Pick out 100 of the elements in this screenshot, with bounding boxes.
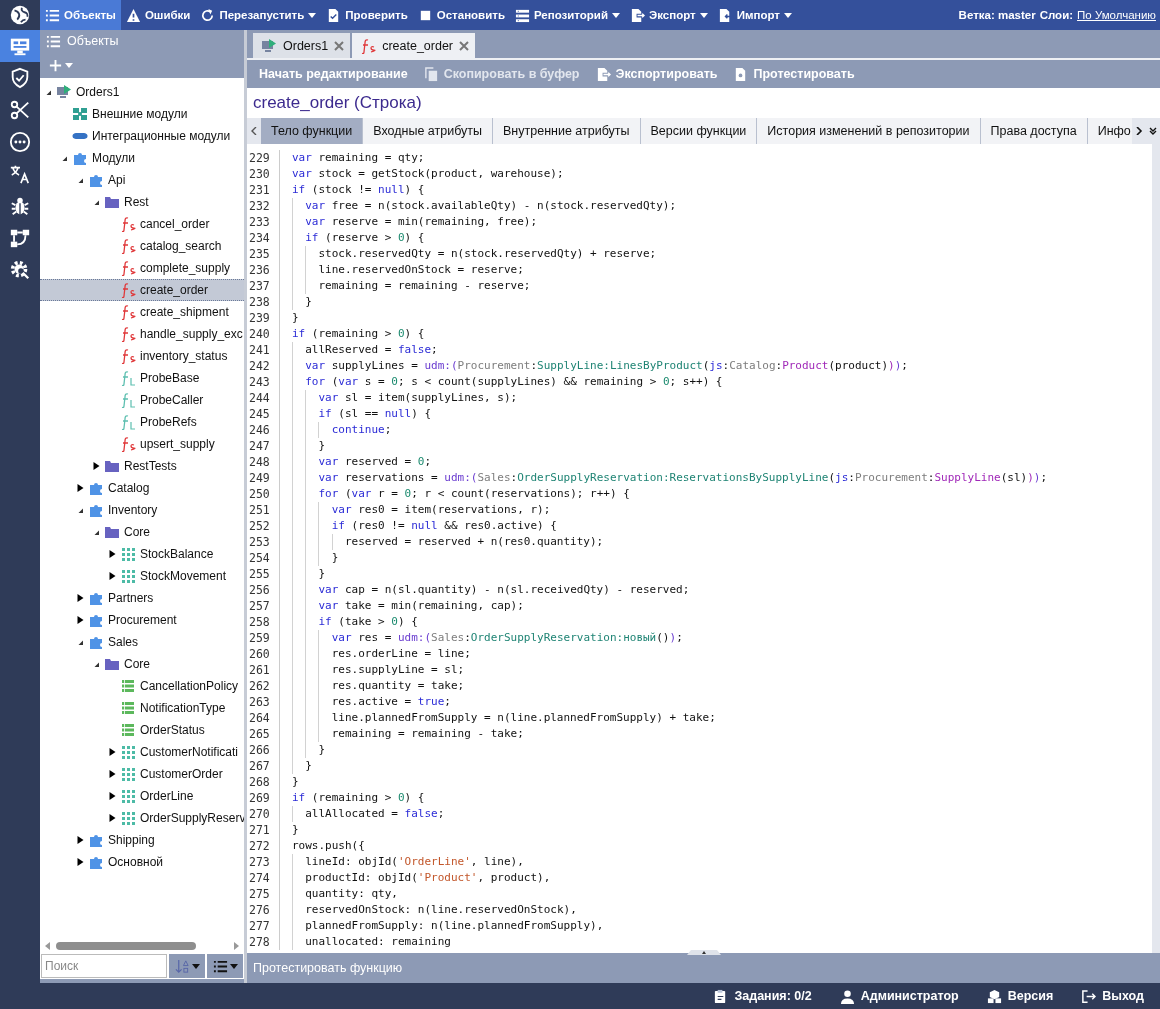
collapse-arrow-icon[interactable] <box>76 506 84 514</box>
status-item[interactable]: Версия <box>980 987 1060 1005</box>
layers-link[interactable]: По Умолчанию <box>1077 9 1156 21</box>
line-number: 244 <box>247 390 280 406</box>
tree-item[interactable]: StockMovement <box>40 565 244 587</box>
globe-icon[interactable] <box>9 4 31 26</box>
tree-item[interactable]: RestTests <box>40 455 244 477</box>
double-chevron-icon[interactable] <box>1149 127 1157 135</box>
shield-check-icon[interactable] <box>9 67 31 89</box>
line-number: 242 <box>247 358 280 374</box>
flow-icon[interactable] <box>9 227 31 249</box>
collapse-arrow-icon[interactable] <box>76 176 84 184</box>
more-icon[interactable] <box>9 131 31 153</box>
toolbar-button[interactable]: Репозиторий <box>509 0 625 30</box>
function-tab[interactable]: Внутренние атрибуты <box>493 118 641 144</box>
tree-item[interactable]: Модули <box>40 147 244 169</box>
expand-arrow-icon[interactable] <box>108 792 116 800</box>
collapse-arrow-icon[interactable] <box>60 154 68 162</box>
expand-arrow-icon[interactable] <box>76 616 84 624</box>
toolbar-button[interactable]: Проверить <box>321 0 413 30</box>
toolbar-button[interactable]: Объекты <box>40 0 121 30</box>
status-item[interactable]: Выход <box>1075 987 1150 1005</box>
function-tab[interactable]: Входные атрибуты <box>363 118 493 144</box>
expand-arrow-icon[interactable] <box>92 462 100 470</box>
expand-arrow-icon[interactable] <box>108 550 116 558</box>
tree-item[interactable]: Procurement <box>40 609 244 631</box>
function-tab[interactable]: История изменений в репозитории <box>757 118 981 144</box>
tree-item[interactable]: Shipping <box>40 829 244 851</box>
tree-item[interactable]: Sales <box>40 631 244 653</box>
tree-item[interactable]: Интеграционные модули <box>40 125 244 147</box>
collapse-arrow-icon[interactable] <box>92 528 100 536</box>
tree-item[interactable]: ProbeBase <box>40 367 244 389</box>
line-number: 237 <box>247 278 280 294</box>
tree-item[interactable]: CustomerOrder <box>40 763 244 785</box>
expand-arrow-icon[interactable] <box>76 836 84 844</box>
tree-item[interactable]: OrderStatus <box>40 719 244 741</box>
toolbar-button[interactable]: Экспорт <box>625 0 713 30</box>
scissors-icon[interactable] <box>9 99 31 121</box>
tree-item[interactable]: complete_supply <box>40 257 244 279</box>
function-tab[interactable]: Права доступа <box>980 118 1088 144</box>
tree-item[interactable]: Основной <box>40 851 244 873</box>
status-item[interactable]: Задания: 0/2 <box>707 987 818 1005</box>
document-tab[interactable]: Orders1 <box>253 33 351 58</box>
tree-item[interactable]: CustomerNotificati <box>40 741 244 763</box>
chevron-right-icon[interactable] <box>1135 127 1143 135</box>
search-field[interactable]: Поиск <box>41 954 167 978</box>
toolbar-button[interactable]: Импорт <box>712 0 797 30</box>
tree-item[interactable]: Orders1 <box>40 81 244 103</box>
chevron-left-icon[interactable] <box>250 127 258 135</box>
tree-item[interactable]: OrderLine <box>40 785 244 807</box>
tree-item[interactable]: StockBalance <box>40 543 244 565</box>
collapse-arrow-icon[interactable] <box>44 88 52 96</box>
tree-item[interactable]: Внешние модули <box>40 103 244 125</box>
tree-item[interactable]: NotificationType <box>40 697 244 719</box>
sort-button[interactable] <box>169 954 205 978</box>
toolbar-button[interactable]: Перезапустить <box>195 0 322 30</box>
bug-icon[interactable] <box>9 195 31 217</box>
tree-item[interactable]: handle_supply_exc <box>40 323 244 345</box>
expand-arrow-icon[interactable] <box>76 594 84 602</box>
expand-arrow-icon[interactable] <box>108 572 116 580</box>
line-number: 230 <box>247 166 280 182</box>
line-number: 229 <box>247 150 280 166</box>
tree-item[interactable]: CancellationPolicy <box>40 675 244 697</box>
tree-item[interactable]: Core <box>40 653 244 675</box>
collapse-arrow-icon[interactable] <box>76 638 84 646</box>
expand-arrow-icon[interactable] <box>108 748 116 756</box>
document-tab[interactable]: create_order <box>352 33 476 58</box>
tree-item[interactable]: Catalog <box>40 477 244 499</box>
function-tab[interactable]: Версии функции <box>640 118 758 144</box>
tree-item[interactable]: upsert_supply <box>40 433 244 455</box>
horizontal-scrollbar[interactable] <box>40 939 244 953</box>
translate-icon[interactable] <box>9 163 31 185</box>
tree-item[interactable]: create_shipment <box>40 301 244 323</box>
expand-arrow-icon[interactable] <box>76 858 84 866</box>
expand-arrow-icon[interactable] <box>108 814 116 822</box>
tree-item[interactable]: ProbeRefs <box>40 411 244 433</box>
function-tab[interactable]: Тело функции <box>261 118 364 144</box>
expand-arrow-icon[interactable] <box>76 484 84 492</box>
tree-item[interactable]: Inventory <box>40 499 244 521</box>
splitter-handle[interactable] <box>687 950 721 955</box>
tree-item[interactable]: ProbeCaller <box>40 389 244 411</box>
tree-item[interactable]: catalog_search <box>40 235 244 257</box>
line-number: 274 <box>247 870 280 886</box>
toolbar-button[interactable]: Остановить <box>412 0 510 30</box>
toolbar-button[interactable]: Ошибки <box>120 0 196 30</box>
tree-item[interactable]: Core <box>40 521 244 543</box>
function-tab[interactable]: Инфо <box>1087 118 1132 144</box>
tree-item[interactable]: create_order <box>40 279 244 301</box>
tree-item[interactable]: Partners <box>40 587 244 609</box>
tree-item[interactable]: cancel_order <box>40 213 244 235</box>
view-button[interactable] <box>207 954 243 978</box>
collapse-arrow-icon[interactable] <box>92 198 100 206</box>
tree-item[interactable]: inventory_status <box>40 345 244 367</box>
expand-arrow-icon[interactable] <box>108 770 116 778</box>
tree-item[interactable]: Api <box>40 169 244 191</box>
collapse-arrow-icon[interactable] <box>92 660 100 668</box>
status-item[interactable]: Администратор <box>833 987 965 1005</box>
tree-item[interactable]: Rest <box>40 191 244 213</box>
code-line: if (remaining > 0) { <box>291 326 425 342</box>
gear-search-icon[interactable] <box>9 259 31 281</box>
